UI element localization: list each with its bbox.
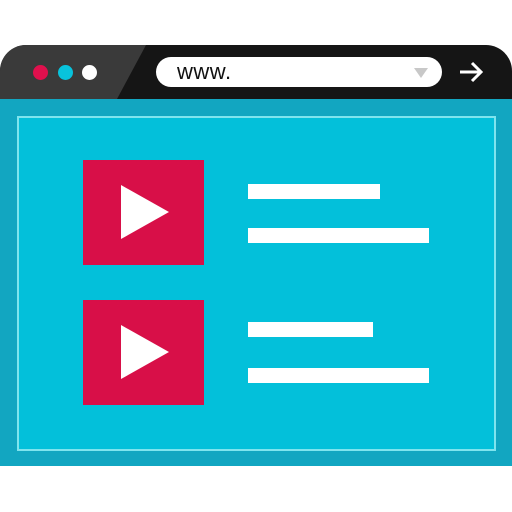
window-minimize-dot[interactable] — [58, 64, 73, 80]
browser-window: www. — [0, 45, 512, 466]
arrow-right-icon[interactable] — [459, 60, 485, 84]
video-thumbnail[interactable] — [83, 300, 204, 405]
url-input[interactable]: www. — [177, 59, 232, 85]
video-thumbnail[interactable] — [83, 160, 204, 265]
title-line — [248, 322, 373, 337]
address-bar[interactable]: www. — [156, 57, 442, 87]
video-thumbnail-graphic — [83, 300, 204, 405]
window-maximize-dot[interactable] — [82, 64, 97, 80]
description-line — [248, 228, 429, 243]
window-close-dot[interactable] — [33, 64, 48, 80]
video-thumbnail-graphic — [83, 160, 204, 265]
description-line — [248, 368, 429, 383]
browser-viewport — [0, 99, 512, 466]
browser-titlebar: www. — [0, 45, 512, 99]
title-line — [248, 184, 380, 199]
chevron-down-icon[interactable] — [414, 68, 428, 78]
